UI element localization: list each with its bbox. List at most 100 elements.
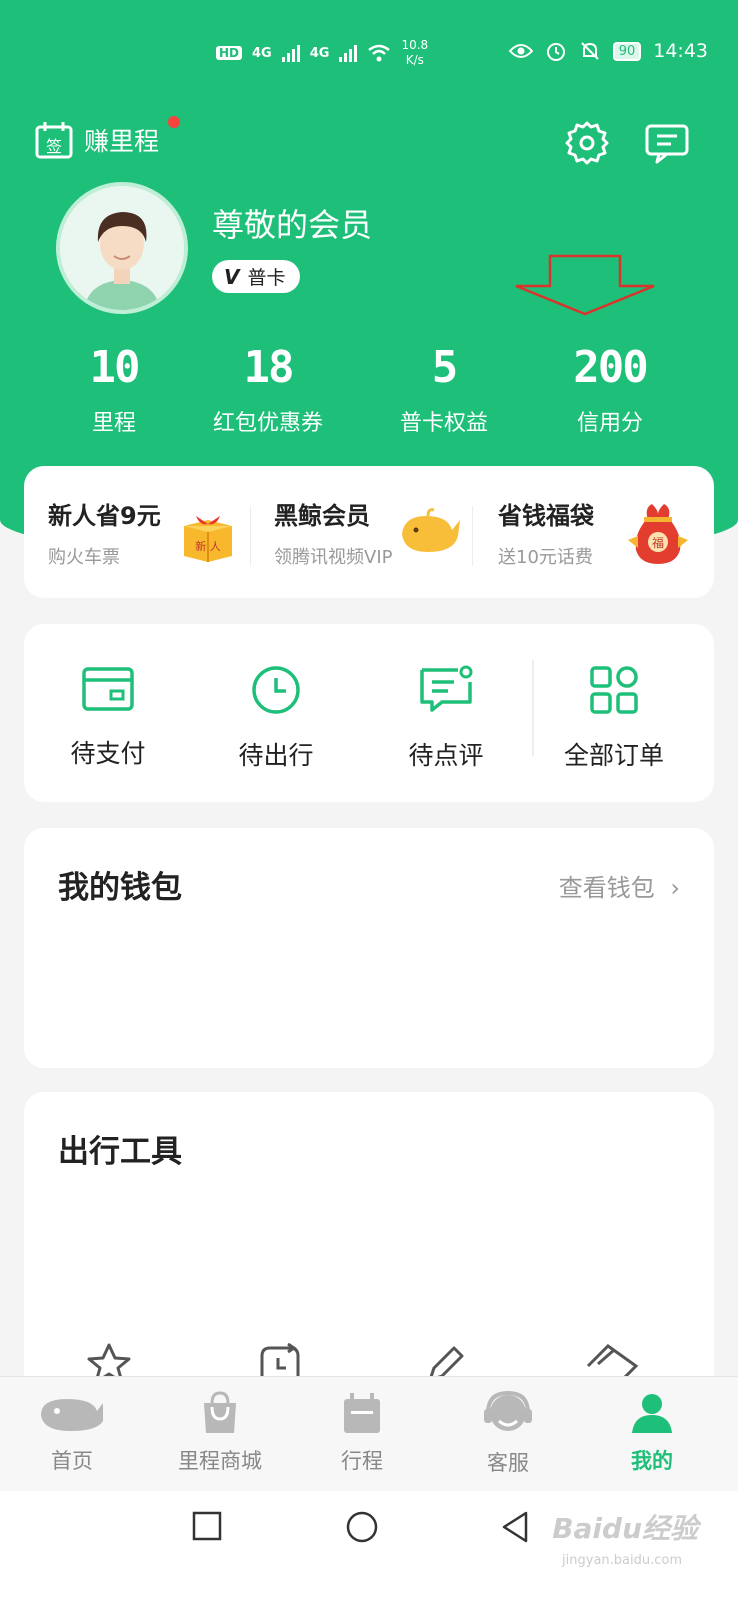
checkin-calendar-icon: 签 bbox=[35, 122, 73, 159]
checkin-icon-text: 签 bbox=[46, 137, 62, 156]
promo-card: 新人省9元 购火车票 新 人 黑鲸会员 领腾讯视频VIP 省钱福袋 送10元话费… bbox=[24, 466, 714, 598]
lucky-bag-text: 福 bbox=[652, 535, 664, 550]
order-pending-review[interactable]: 待点评 bbox=[366, 664, 526, 772]
member-tier-label: 普卡 bbox=[247, 267, 286, 289]
order-label: 待支付 bbox=[70, 739, 146, 768]
travel-tools-title: 出行工具 bbox=[58, 1134, 182, 1170]
order-pending-trip[interactable]: 待出行 bbox=[196, 664, 356, 772]
order-label: 待点评 bbox=[408, 741, 484, 770]
bottom-tab-bar: 首页 里程商城 行程 客服 我的 bbox=[0, 1376, 738, 1491]
order-all[interactable]: 全部订单 bbox=[534, 664, 694, 772]
tab-mine[interactable]: 我的 bbox=[592, 1391, 712, 1475]
avatar-image bbox=[60, 186, 184, 310]
comment-icon bbox=[420, 665, 473, 712]
notification-dot bbox=[168, 116, 180, 128]
network-speed: 10.8 K/s bbox=[401, 38, 428, 68]
avatar[interactable] bbox=[56, 182, 188, 314]
view-wallet-link[interactable]: 查看钱包 › bbox=[559, 868, 680, 903]
stat-value: 5 bbox=[431, 342, 459, 393]
tab-customer-service[interactable]: 客服 bbox=[448, 1391, 568, 1477]
member-name: 尊敬的会员 bbox=[212, 206, 373, 244]
promo-black-whale[interactable]: 黑鲸会员 领腾讯视频VIP bbox=[274, 496, 392, 569]
promo-title: 黑鲸会员 bbox=[274, 502, 370, 530]
calendar-icon bbox=[344, 1393, 380, 1433]
hd-badge: HD bbox=[216, 46, 243, 60]
stat-label: 信用分 bbox=[576, 411, 643, 436]
order-pending-payment[interactable]: 待支付 bbox=[28, 664, 188, 770]
whale-home-icon bbox=[41, 1399, 103, 1431]
stat-mileage[interactable]: 10 里程 bbox=[24, 342, 204, 437]
shopping-bag-icon bbox=[204, 1391, 236, 1433]
promo-new-user[interactable]: 新人省9元 购火车票 bbox=[48, 496, 161, 569]
person-icon bbox=[632, 1394, 672, 1433]
watermark-url: jingyan.baidu.com bbox=[562, 1553, 682, 1568]
divider bbox=[472, 506, 473, 566]
stat-label: 红包优惠券 bbox=[212, 411, 323, 436]
whale-icon bbox=[402, 508, 460, 552]
tab-label: 里程商城 bbox=[178, 1449, 262, 1473]
speed-value: 10.8 bbox=[401, 38, 429, 52]
order-label: 全部订单 bbox=[563, 741, 664, 770]
tab-mileage-mall[interactable]: 里程商城 bbox=[160, 1391, 280, 1475]
system-status: 90 14:43 bbox=[508, 40, 708, 62]
wallet-icon bbox=[82, 667, 134, 711]
promo-subtitle: 送10元话费 bbox=[498, 547, 593, 568]
gift-box-text: 新 人 bbox=[195, 539, 221, 553]
system-nav-bar: Baidu经验 jingyan.baidu.com bbox=[0, 1491, 738, 1600]
stat-coupons[interactable]: 18 红包优惠券 bbox=[178, 342, 358, 437]
view-wallet-label: 查看钱包 bbox=[558, 874, 655, 902]
tab-trips[interactable]: 行程 bbox=[302, 1391, 422, 1475]
stat-label: 里程 bbox=[91, 411, 136, 436]
network-type-2: 4G bbox=[309, 45, 330, 61]
watermark: Baidu经验 bbox=[552, 1512, 698, 1545]
signal-icon bbox=[281, 44, 300, 62]
wallet-title: 我的钱包 bbox=[58, 870, 182, 906]
stat-value: 18 bbox=[243, 342, 295, 393]
wifi-icon bbox=[368, 44, 391, 62]
speed-unit: K/s bbox=[405, 53, 424, 67]
earn-mileage-button[interactable]: 签 赚里程 bbox=[34, 116, 180, 160]
tab-home[interactable]: 首页 bbox=[12, 1391, 132, 1475]
headset-icon bbox=[484, 1391, 532, 1431]
clock-icon bbox=[252, 666, 300, 714]
stat-value: 10 bbox=[89, 342, 141, 393]
tab-label: 首页 bbox=[51, 1449, 93, 1473]
message-icon[interactable] bbox=[644, 120, 690, 166]
signal-icon bbox=[339, 44, 358, 62]
mute-bell-icon bbox=[580, 42, 599, 60]
home-circle-icon[interactable] bbox=[346, 1511, 378, 1543]
recent-apps-icon[interactable] bbox=[192, 1511, 222, 1541]
annotation-down-arrow-icon bbox=[515, 254, 655, 316]
stat-card-benefits[interactable]: 5 普卡权益 bbox=[354, 342, 534, 437]
battery-icon: 90 bbox=[612, 41, 642, 61]
order-label: 待出行 bbox=[238, 741, 314, 770]
network-status: HD 4G 4G 10.8 K/s bbox=[216, 38, 428, 68]
wallet-card: 我的钱包 查看钱包 › bbox=[24, 828, 714, 1068]
tab-label: 我的 bbox=[631, 1449, 673, 1473]
stat-credit-score[interactable]: 200 信用分 bbox=[520, 342, 700, 437]
earn-mileage-label: 赚里程 bbox=[84, 127, 160, 156]
promo-title: 新人省9元 bbox=[48, 502, 161, 530]
promo-title: 省钱福袋 bbox=[498, 502, 594, 530]
travel-tools-card: 出行工具 bbox=[24, 1092, 714, 1412]
clock-time: 14:43 bbox=[653, 40, 708, 62]
gift-box-icon: 新 人 bbox=[184, 516, 232, 562]
chevron-right-icon: › bbox=[670, 874, 680, 902]
promo-lucky-bag[interactable]: 省钱福袋 送10元话费 bbox=[498, 496, 594, 569]
settings-gear-icon[interactable] bbox=[564, 120, 610, 166]
member-tier-badge[interactable]: V 普卡 bbox=[212, 260, 300, 293]
status-bar: HD 4G 4G 10.8 K/s 90 14:43 bbox=[0, 0, 738, 100]
alarm-icon bbox=[546, 43, 565, 61]
v-icon: V bbox=[224, 264, 240, 289]
back-triangle-icon[interactable] bbox=[500, 1511, 530, 1543]
orders-card: 待支付 待出行 待点评 全部订单 bbox=[24, 624, 714, 802]
tab-label: 客服 bbox=[487, 1451, 529, 1475]
promo-subtitle: 领腾讯视频VIP bbox=[274, 547, 393, 568]
stat-label: 普卡权益 bbox=[399, 411, 488, 436]
lucky-bag-icon: 福 bbox=[628, 504, 688, 564]
eye-icon bbox=[508, 44, 533, 58]
promo-subtitle: 购火车票 bbox=[48, 547, 120, 568]
tab-label: 行程 bbox=[341, 1449, 383, 1473]
grid-icon bbox=[590, 666, 638, 714]
network-type-1: 4G bbox=[252, 45, 272, 61]
